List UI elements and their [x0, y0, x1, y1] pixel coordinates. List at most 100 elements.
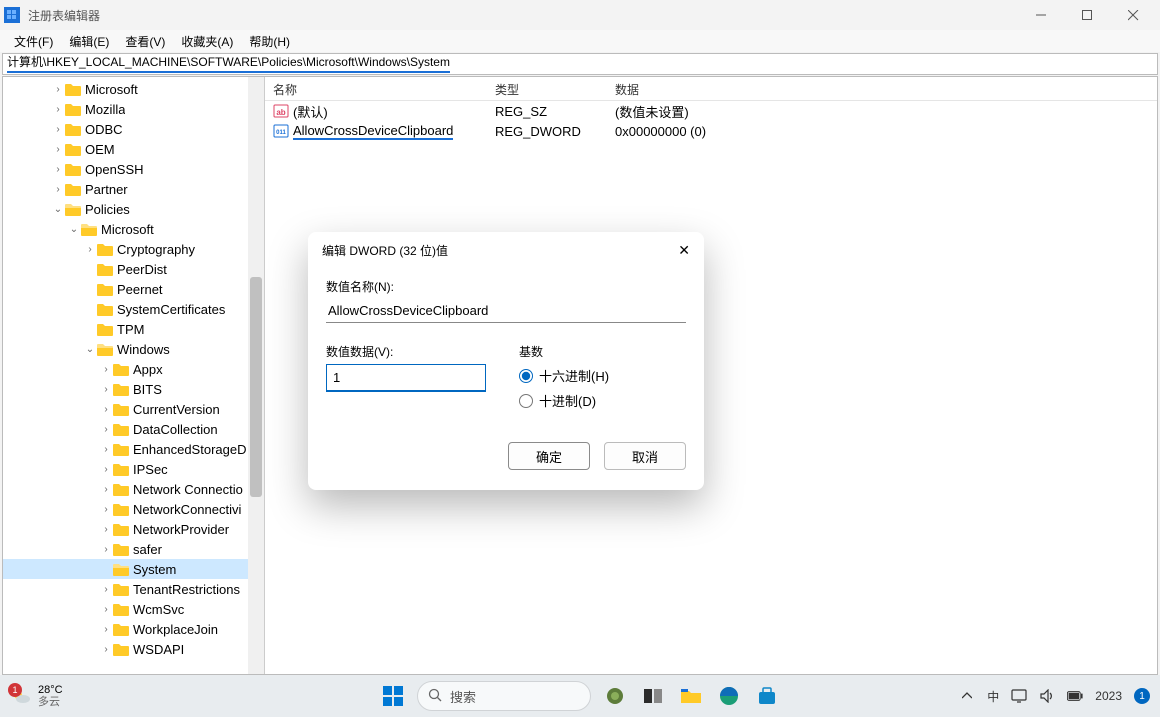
cancel-button[interactable]: 取消	[604, 442, 686, 470]
expander-icon[interactable]: ›	[99, 464, 113, 475]
tree-node-windows[interactable]: ⌄Windows	[3, 339, 264, 359]
tree-label: Microsoft	[101, 222, 154, 237]
explorer-icon[interactable]	[677, 682, 705, 710]
expander-icon[interactable]: ›	[51, 84, 65, 95]
weather-widget[interactable]: 1 28°C 多云	[10, 684, 63, 708]
expander-icon[interactable]: ›	[99, 484, 113, 495]
folder-icon	[65, 103, 81, 116]
tree-node-bits[interactable]: ›BITS	[3, 379, 264, 399]
tree-node-tpm[interactable]: TPM	[3, 319, 264, 339]
tree-node-system[interactable]: System	[3, 559, 264, 579]
minimize-button[interactable]	[1018, 0, 1064, 30]
tree-node-datacollection[interactable]: ›DataCollection	[3, 419, 264, 439]
tree-node-openssh[interactable]: ›OpenSSH	[3, 159, 264, 179]
network-icon[interactable]	[1011, 688, 1027, 704]
expander-icon[interactable]: ⌄	[51, 204, 65, 215]
radio-hex-input[interactable]	[519, 369, 533, 383]
tree-node-cryptography[interactable]: ›Cryptography	[3, 239, 264, 259]
tree-node-safer[interactable]: ›safer	[3, 539, 264, 559]
expander-icon[interactable]: ›	[51, 164, 65, 175]
col-name[interactable]: 名称	[265, 79, 487, 100]
taskbar-search[interactable]: 搜索	[417, 681, 591, 711]
value-data-input[interactable]	[326, 364, 486, 392]
expander-icon[interactable]: ›	[99, 544, 113, 555]
edge-icon[interactable]	[715, 682, 743, 710]
notification-badge[interactable]: 1	[1134, 688, 1150, 704]
tree-node-partner[interactable]: ›Partner	[3, 179, 264, 199]
expander-icon[interactable]: ⌄	[83, 344, 97, 355]
tree-node-currentversion[interactable]: ›CurrentVersion	[3, 399, 264, 419]
expander-icon[interactable]: ›	[99, 384, 113, 395]
radio-hex[interactable]: 十六进制(H)	[519, 366, 686, 385]
tree-node-workplacejoin[interactable]: ›WorkplaceJoin	[3, 619, 264, 639]
taskbar-app-1[interactable]	[601, 682, 629, 710]
weather-badge: 1	[8, 683, 22, 697]
tree-node-tenantrestrictions[interactable]: ›TenantRestrictions	[3, 579, 264, 599]
menu-favorites[interactable]: 收藏夹(A)	[173, 31, 241, 52]
maximize-button[interactable]	[1064, 0, 1110, 30]
expander-icon[interactable]: ›	[51, 104, 65, 115]
menu-edit[interactable]: 编辑(E)	[61, 31, 117, 52]
tree-node-microsoft[interactable]: ⌄ Microsoft	[3, 219, 264, 239]
expander-icon[interactable]: ›	[99, 644, 113, 655]
expander-icon[interactable]: ›	[51, 184, 65, 195]
store-icon[interactable]	[753, 682, 781, 710]
tree-node-network-connectio[interactable]: ›Network Connectio	[3, 479, 264, 499]
value-name-input[interactable]	[326, 299, 686, 323]
tree-node-appx[interactable]: ›Appx	[3, 359, 264, 379]
expander-icon[interactable]: ›	[99, 624, 113, 635]
battery-icon[interactable]	[1067, 688, 1083, 704]
radio-dec-input[interactable]	[519, 394, 533, 408]
ok-button[interactable]: 确定	[508, 442, 590, 470]
expander-icon[interactable]: ›	[99, 404, 113, 415]
folder-icon	[65, 83, 81, 96]
taskbar-clock[interactable]: 2023	[1095, 689, 1122, 703]
tree-node-networkconnectivi[interactable]: ›NetworkConnectivi	[3, 499, 264, 519]
tree-node-enhancedstoraged[interactable]: ›EnhancedStorageD	[3, 439, 264, 459]
col-data[interactable]: 数据	[607, 79, 1157, 100]
address-bar[interactable]: 计算机\HKEY_LOCAL_MACHINE\SOFTWARE\Policies…	[2, 53, 1158, 75]
expander-icon[interactable]: ›	[99, 604, 113, 615]
tree-node-ipsec[interactable]: ›IPSec	[3, 459, 264, 479]
tray-chevron-icon[interactable]	[959, 688, 975, 704]
close-button[interactable]	[1110, 0, 1156, 30]
folder-icon	[113, 463, 129, 476]
ime-indicator[interactable]: 中	[987, 688, 999, 705]
tree-node-networkprovider[interactable]: ›NetworkProvider	[3, 519, 264, 539]
tree-node-wcmsvc[interactable]: ›WcmSvc	[3, 599, 264, 619]
menu-file[interactable]: 文件(F)	[6, 31, 61, 52]
expander-icon[interactable]: ›	[99, 584, 113, 595]
expander-icon[interactable]: ›	[83, 244, 97, 255]
expander-icon[interactable]: ⌄	[67, 224, 81, 235]
tree-node-peerdist[interactable]: PeerDist	[3, 259, 264, 279]
volume-icon[interactable]	[1039, 688, 1055, 704]
folder-icon	[113, 603, 129, 616]
tree-node-systemcertificates[interactable]: SystemCertificates	[3, 299, 264, 319]
tree-node-microsoft[interactable]: ›Microsoft	[3, 79, 264, 99]
task-view-icon[interactable]	[639, 682, 667, 710]
menu-help[interactable]: 帮助(H)	[241, 31, 298, 52]
tree-node-mozilla[interactable]: ›Mozilla	[3, 99, 264, 119]
expander-icon[interactable]: ›	[99, 504, 113, 515]
value-row[interactable]: ab(默认)REG_SZ(数值未设置)	[265, 101, 1157, 121]
value-row[interactable]: 011AllowCrossDeviceClipboardREG_DWORD0x0…	[265, 121, 1157, 141]
expander-icon[interactable]: ›	[51, 124, 65, 135]
dialog-close-icon[interactable]: ✕	[678, 242, 690, 259]
radio-dec[interactable]: 十进制(D)	[519, 391, 686, 410]
expander-icon[interactable]: ›	[99, 424, 113, 435]
start-button[interactable]	[379, 682, 407, 710]
tree-node-oem[interactable]: ›OEM	[3, 139, 264, 159]
menu-view[interactable]: 查看(V)	[117, 31, 173, 52]
tree-node-peernet[interactable]: Peernet	[3, 279, 264, 299]
expander-icon[interactable]: ›	[99, 444, 113, 455]
expander-icon[interactable]: ›	[99, 364, 113, 375]
value-data-label: 数值数据(V):	[326, 343, 493, 360]
expander-icon[interactable]: ›	[99, 524, 113, 535]
tree-node-odbc[interactable]: ›ODBC	[3, 119, 264, 139]
scrollbar-thumb[interactable]	[250, 277, 262, 497]
tree-node-policies[interactable]: ⌄Policies	[3, 199, 264, 219]
tree-node-wsdapi[interactable]: ›WSDAPI	[3, 639, 264, 659]
expander-icon[interactable]: ›	[51, 144, 65, 155]
col-type[interactable]: 类型	[487, 79, 607, 100]
tree-scrollbar[interactable]	[248, 77, 264, 674]
